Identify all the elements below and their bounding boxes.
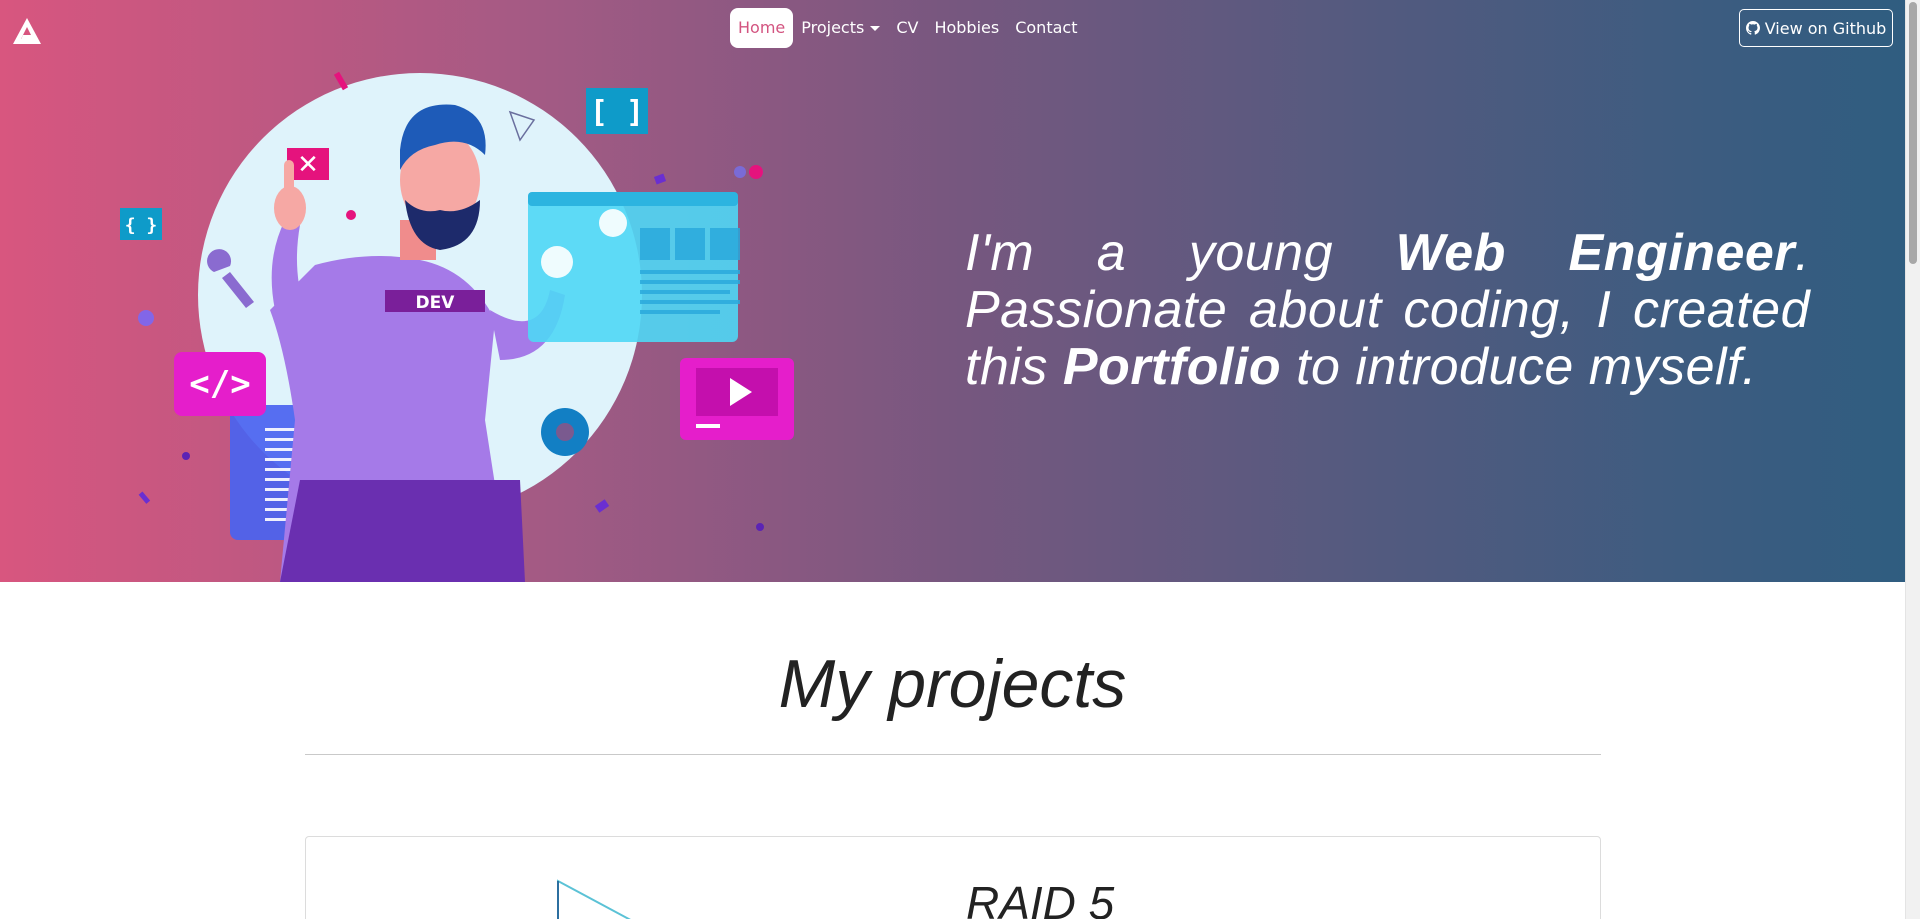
project-card-title: RAID 5 <box>966 877 1115 919</box>
nav-projects-label: Projects <box>801 18 865 37</box>
developer-illustration: [ ] { } ✕ </> DEV <box>120 71 794 582</box>
dev-badge-text: DEV <box>416 293 456 313</box>
nav-projects-dropdown[interactable]: Projects <box>793 8 888 48</box>
tagline-highlight-web-engineer: Web Engineer <box>1395 224 1796 282</box>
hero-banner: Home Projects CV Hobbies Contact View on… <box>0 0 1905 582</box>
tagline-text-1: I'm a young <box>965 224 1396 282</box>
svg-text:[ ]: [ ] <box>590 95 644 130</box>
nav-contact[interactable]: Contact <box>1007 8 1085 48</box>
tagline-highlight-portfolio: Portfolio <box>1062 338 1282 396</box>
project-thumbnail <box>557 879 631 919</box>
svg-text:</>: </> <box>189 364 250 404</box>
projects-section-title: My projects <box>778 646 1127 722</box>
view-on-github-button[interactable]: View on Github <box>1739 9 1893 47</box>
nav-home[interactable]: Home <box>730 8 794 48</box>
svg-text:{ }: { } <box>125 215 158 236</box>
nav-cv[interactable]: CV <box>888 8 926 48</box>
caret-down-icon <box>870 26 881 31</box>
section-divider <box>305 754 1601 755</box>
nav-hobbies[interactable]: Hobbies <box>926 8 1007 48</box>
github-button-label: View on Github <box>1764 18 1887 38</box>
site-logo-icon[interactable] <box>12 16 42 46</box>
main-nav: Home Projects CV Hobbies Contact <box>730 8 1085 48</box>
svg-text:✕: ✕ <box>297 150 319 180</box>
tagline-text-3: to introduce myself. <box>1281 338 1757 396</box>
scrollbar-thumb[interactable] <box>1909 2 1917 264</box>
github-icon <box>1745 21 1760 35</box>
page-scrollbar[interactable] <box>1905 0 1920 919</box>
hero-tagline: I'm a young Web Engineer. Passionate abo… <box>965 225 1810 396</box>
project-card[interactable]: RAID 5 <box>305 836 1601 919</box>
